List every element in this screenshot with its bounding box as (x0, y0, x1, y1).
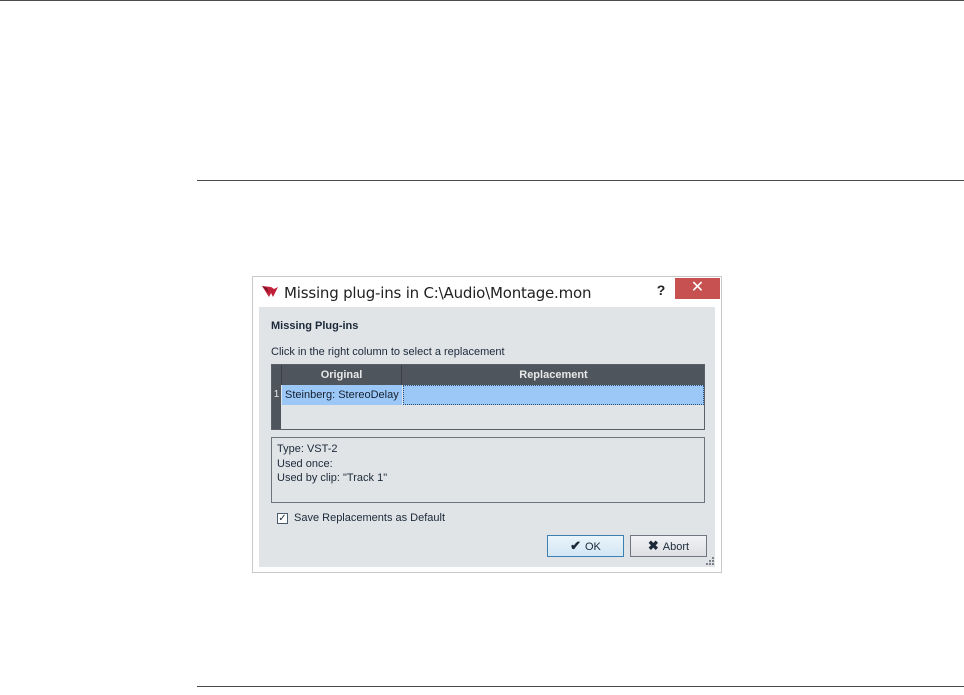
section-rule (197, 180, 964, 181)
cross-icon: ✖ (647, 538, 659, 553)
info-clip: Used by clip: "Track 1" (277, 472, 388, 484)
app-logo-icon (262, 286, 278, 297)
resize-grip-icon[interactable] (705, 556, 715, 566)
missing-plugins-dialog: Missing plug-ins in C:\Audio\Montage.mon… (252, 276, 722, 573)
replacement-cell[interactable] (403, 385, 704, 405)
dialog-body: Missing Plug-ins Click in the right colu… (259, 307, 715, 567)
close-button[interactable]: ✕ (675, 278, 720, 299)
close-icon: ✕ (690, 279, 705, 296)
dialog-title: Missing plug-ins in C:\Audio\Montage.mon (284, 284, 592, 302)
ok-button[interactable]: ✔ OK (547, 535, 624, 557)
checkmark-icon: ✔ (570, 538, 581, 553)
help-button[interactable]: ? (650, 280, 672, 300)
ok-label: OK (585, 541, 601, 553)
save-default-checkbox[interactable]: ✓ (277, 513, 288, 524)
info-type: Type: VST-2 (277, 443, 338, 455)
section-title: Missing Plug-ins (271, 320, 359, 332)
bottom-rule (197, 686, 964, 687)
abort-button[interactable]: ✖ Abort (630, 535, 707, 557)
save-default-label[interactable]: Save Replacements as Default (294, 512, 445, 524)
original-plugin-cell[interactable]: Steinberg: StereoDelay (282, 385, 402, 405)
plugin-info-box: Type: VST-2 Used once: Used by clip: "Tr… (271, 437, 705, 503)
abort-label: Abort (662, 541, 690, 553)
instruction-text: Click in the right column to select a re… (271, 346, 505, 358)
top-rule (0, 0, 964, 1)
info-usage: Used once: (277, 457, 333, 470)
column-header-replacement[interactable]: Replacement (403, 365, 704, 385)
title-bar: Missing plug-ins in C:\Audio\Montage.mon… (253, 277, 721, 307)
plugin-table: Original Replacement 1 Steinberg: Stereo… (271, 364, 705, 430)
row-number[interactable]: 1 (272, 385, 281, 405)
table-corner (272, 365, 282, 385)
column-header-original[interactable]: Original (282, 365, 402, 385)
